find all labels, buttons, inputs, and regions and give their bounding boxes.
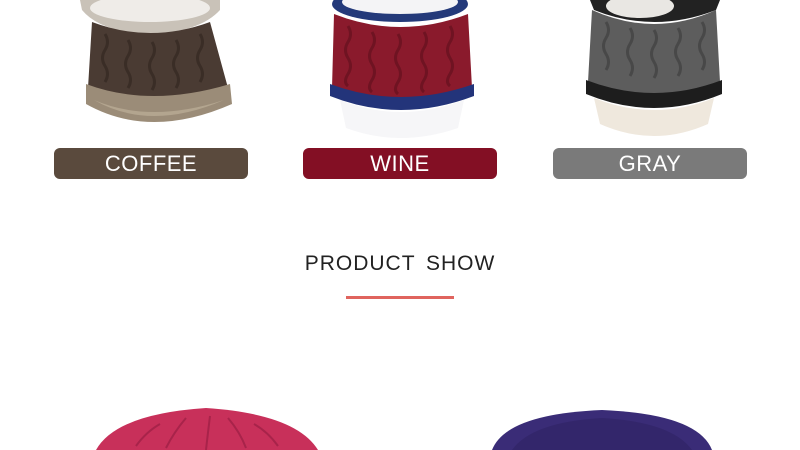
coffee-snood-image[interactable] (70, 0, 270, 145)
rose-hat-image[interactable] (96, 406, 318, 450)
variant-label-gray[interactable]: GRAY (553, 148, 747, 179)
wine-snood-image[interactable] (318, 0, 518, 145)
variant-label-coffee[interactable]: COFFEE (54, 148, 248, 179)
gray-snood-image[interactable] (570, 0, 770, 145)
navy-hat-image[interactable] (492, 408, 712, 450)
title-underline (346, 296, 454, 299)
variant-label-wine[interactable]: WINE (303, 148, 497, 179)
product-page: COFFEE WINE GRAY PRODUCT SHOW (0, 0, 800, 450)
section-title: PRODUCT SHOW (304, 252, 496, 275)
